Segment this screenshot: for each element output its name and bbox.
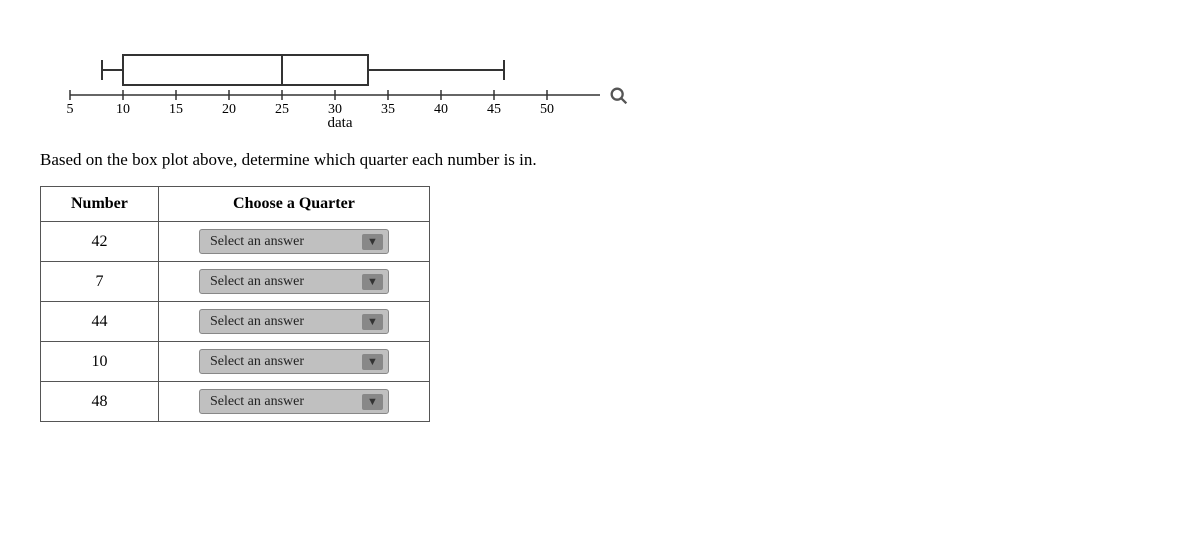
- boxplot-svg: 5 10 15 20 25 30 35 40 45: [40, 30, 620, 115]
- answer-select-2[interactable]: Select an answer1st Quarter2nd Quarter3r…: [199, 269, 389, 294]
- search-icon-container: [608, 85, 630, 112]
- svg-text:5: 5: [67, 102, 74, 115]
- svg-text:45: 45: [487, 102, 501, 115]
- search-icon: [608, 85, 630, 107]
- number-cell: 48: [41, 382, 159, 422]
- select-wrapper: Select an answer1st Quarter2nd Quarter3r…: [199, 309, 389, 334]
- col-quarter-header: Choose a Quarter: [158, 187, 429, 222]
- svg-text:50: 50: [540, 102, 554, 115]
- boxplot-container: 5 10 15 20 25 30 35 40 45: [40, 30, 620, 132]
- answer-cell: Select an answer1st Quarter2nd Quarter3r…: [158, 302, 429, 342]
- svg-text:35: 35: [381, 102, 395, 115]
- select-wrapper: Select an answer1st Quarter2nd Quarter3r…: [199, 389, 389, 414]
- select-wrapper: Select an answer1st Quarter2nd Quarter3r…: [199, 229, 389, 254]
- table-row: 48 Select an answer1st Quarter2nd Quarter…: [41, 382, 430, 422]
- table-row: 7 Select an answer1st Quarter2nd Quarter3…: [41, 262, 430, 302]
- svg-text:15: 15: [169, 102, 183, 115]
- answer-cell: Select an answer1st Quarter2nd Quarter3r…: [158, 342, 429, 382]
- answer-select-1[interactable]: Select an answer1st Quarter2nd Quarter3r…: [199, 229, 389, 254]
- answer-select-5[interactable]: Select an answer1st Quarter2nd Quarter3r…: [199, 389, 389, 414]
- number-cell: 7: [41, 262, 159, 302]
- axis-label: data: [60, 115, 620, 132]
- number-cell: 42: [41, 222, 159, 262]
- number-cell: 10: [41, 342, 159, 382]
- svg-text:25: 25: [275, 102, 289, 115]
- table-row: 10 Select an answer1st Quarter2nd Quarter…: [41, 342, 430, 382]
- table-row: 44 Select an answer1st Quarter2nd Quarter…: [41, 302, 430, 342]
- col-number-header: Number: [41, 187, 159, 222]
- select-wrapper: Select an answer1st Quarter2nd Quarter3r…: [199, 269, 389, 294]
- answer-cell: Select an answer1st Quarter2nd Quarter3r…: [158, 222, 429, 262]
- number-cell: 44: [41, 302, 159, 342]
- answer-cell: Select an answer1st Quarter2nd Quarter3r…: [158, 382, 429, 422]
- quarter-table: Number Choose a Quarter 42 Select an answ…: [40, 186, 430, 422]
- answer-cell: Select an answer1st Quarter2nd Quarter3r…: [158, 262, 429, 302]
- svg-text:40: 40: [434, 102, 448, 115]
- svg-text:30: 30: [328, 102, 342, 115]
- select-wrapper: Select an answer1st Quarter2nd Quarter3r…: [199, 349, 389, 374]
- instruction-text: Based on the box plot above, determine w…: [40, 150, 1160, 170]
- main-container: 5 10 15 20 25 30 35 40 45: [0, 0, 1200, 452]
- svg-text:10: 10: [116, 102, 130, 115]
- svg-text:20: 20: [222, 102, 236, 115]
- answer-select-3[interactable]: Select an answer1st Quarter2nd Quarter3r…: [199, 309, 389, 334]
- answer-select-4[interactable]: Select an answer1st Quarter2nd Quarter3r…: [199, 349, 389, 374]
- table-row: 42 Select an answer1st Quarter2nd Quarter…: [41, 222, 430, 262]
